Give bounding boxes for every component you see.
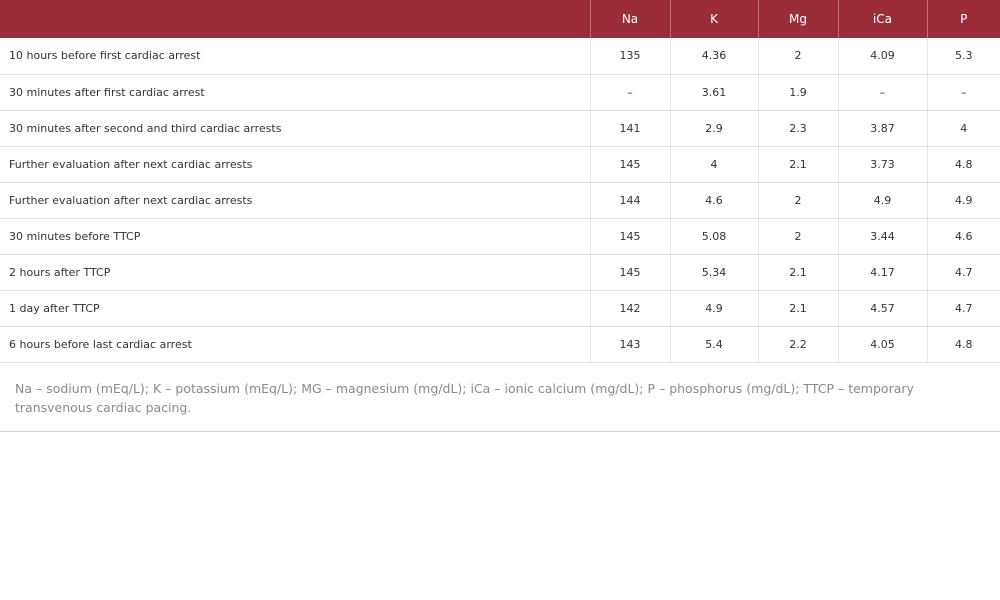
cell-ica: – <box>837 74 927 111</box>
cell-ica: 4.09 <box>837 38 927 75</box>
cell-na: 145 <box>589 254 670 291</box>
table-row: 10 hours before first cardiac arrest 135… <box>0 38 1000 75</box>
cell-mg: 2.1 <box>757 146 838 183</box>
cell-ica: 3.44 <box>837 218 927 255</box>
cell-mg: 2 <box>757 218 838 255</box>
table-footnote: Na – sodium (mEq/L); K – potassium (mEq/… <box>0 363 1000 432</box>
cell-p: 4.7 <box>926 254 1000 291</box>
cell-na: – <box>589 74 670 111</box>
row-label: 10 hours before first cardiac arrest <box>0 38 590 75</box>
header-cell-ica: iCa <box>837 0 927 38</box>
table-row: 30 minutes before TTCP 145 5.08 2 3.44 4… <box>0 218 1000 255</box>
row-label: 30 minutes before TTCP <box>0 218 590 255</box>
cell-p: 4.8 <box>926 146 1000 183</box>
table-row: 30 minutes after second and third cardia… <box>0 110 1000 147</box>
table-row: 6 hours before last cardiac arrest 143 5… <box>0 326 1000 363</box>
cell-ica: 4.17 <box>837 254 927 291</box>
cell-mg: 2.1 <box>757 254 838 291</box>
cell-ica: 4.9 <box>837 182 927 219</box>
row-label: 2 hours after TTCP <box>0 254 590 291</box>
cell-p: 5.3 <box>926 38 1000 75</box>
cell-na: 135 <box>589 38 670 75</box>
cell-k: 3.61 <box>669 74 758 111</box>
table-body: 10 hours before first cardiac arrest 135… <box>0 38 1000 363</box>
cell-k: 4.9 <box>669 290 758 327</box>
cell-na: 142 <box>589 290 670 327</box>
cell-ica: 3.87 <box>837 110 927 147</box>
row-label: 30 minutes after first cardiac arrest <box>0 74 590 111</box>
cell-na: 141 <box>589 110 670 147</box>
cell-k: 4 <box>669 146 758 183</box>
header-row: Na K Mg iCa P <box>0 0 1000 38</box>
cell-p: 4.8 <box>926 326 1000 363</box>
table-header: Na K Mg iCa P <box>0 0 1000 38</box>
table-row: Further evaluation after next cardiac ar… <box>0 146 1000 183</box>
cell-ica: 4.05 <box>837 326 927 363</box>
lab-values-table: Na K Mg iCa P 10 hours before first card… <box>0 0 1000 363</box>
cell-p: 4.6 <box>926 218 1000 255</box>
cell-mg: 2.3 <box>757 110 838 147</box>
cell-mg: 1.9 <box>757 74 838 111</box>
cell-p: 4.7 <box>926 290 1000 327</box>
header-cell-na: Na <box>589 0 670 38</box>
cell-na: 143 <box>589 326 670 363</box>
table-row: 1 day after TTCP 142 4.9 2.1 4.57 4.7 <box>0 290 1000 327</box>
cell-k: 4.36 <box>669 38 758 75</box>
table-row: 2 hours after TTCP 145 5.34 2.1 4.17 4.7 <box>0 254 1000 291</box>
cell-k: 2.9 <box>669 110 758 147</box>
cell-ica: 3.73 <box>837 146 927 183</box>
cell-mg: 2 <box>757 38 838 75</box>
cell-k: 4.6 <box>669 182 758 219</box>
cell-k: 5.08 <box>669 218 758 255</box>
cell-na: 144 <box>589 182 670 219</box>
row-label: 30 minutes after second and third cardia… <box>0 110 590 147</box>
cell-mg: 2.1 <box>757 290 838 327</box>
cell-p: 4.9 <box>926 182 1000 219</box>
row-label: 1 day after TTCP <box>0 290 590 327</box>
header-cell-k: K <box>669 0 758 38</box>
cell-p: 4 <box>926 110 1000 147</box>
row-label: 6 hours before last cardiac arrest <box>0 326 590 363</box>
cell-p: – <box>926 74 1000 111</box>
lab-values-table-container: Na K Mg iCa P 10 hours before first card… <box>0 0 1000 432</box>
row-label: Further evaluation after next cardiac ar… <box>0 182 590 219</box>
table-row: 30 minutes after first cardiac arrest – … <box>0 74 1000 111</box>
header-cell-mg: Mg <box>757 0 838 38</box>
table-row: Further evaluation after next cardiac ar… <box>0 182 1000 219</box>
cell-na: 145 <box>589 218 670 255</box>
cell-na: 145 <box>589 146 670 183</box>
row-label: Further evaluation after next cardiac ar… <box>0 146 590 183</box>
header-cell-timepoint <box>0 0 590 38</box>
cell-mg: 2.2 <box>757 326 838 363</box>
cell-mg: 2 <box>757 182 838 219</box>
cell-k: 5.34 <box>669 254 758 291</box>
header-cell-p: P <box>926 0 1000 38</box>
cell-ica: 4.57 <box>837 290 927 327</box>
cell-k: 5.4 <box>669 326 758 363</box>
